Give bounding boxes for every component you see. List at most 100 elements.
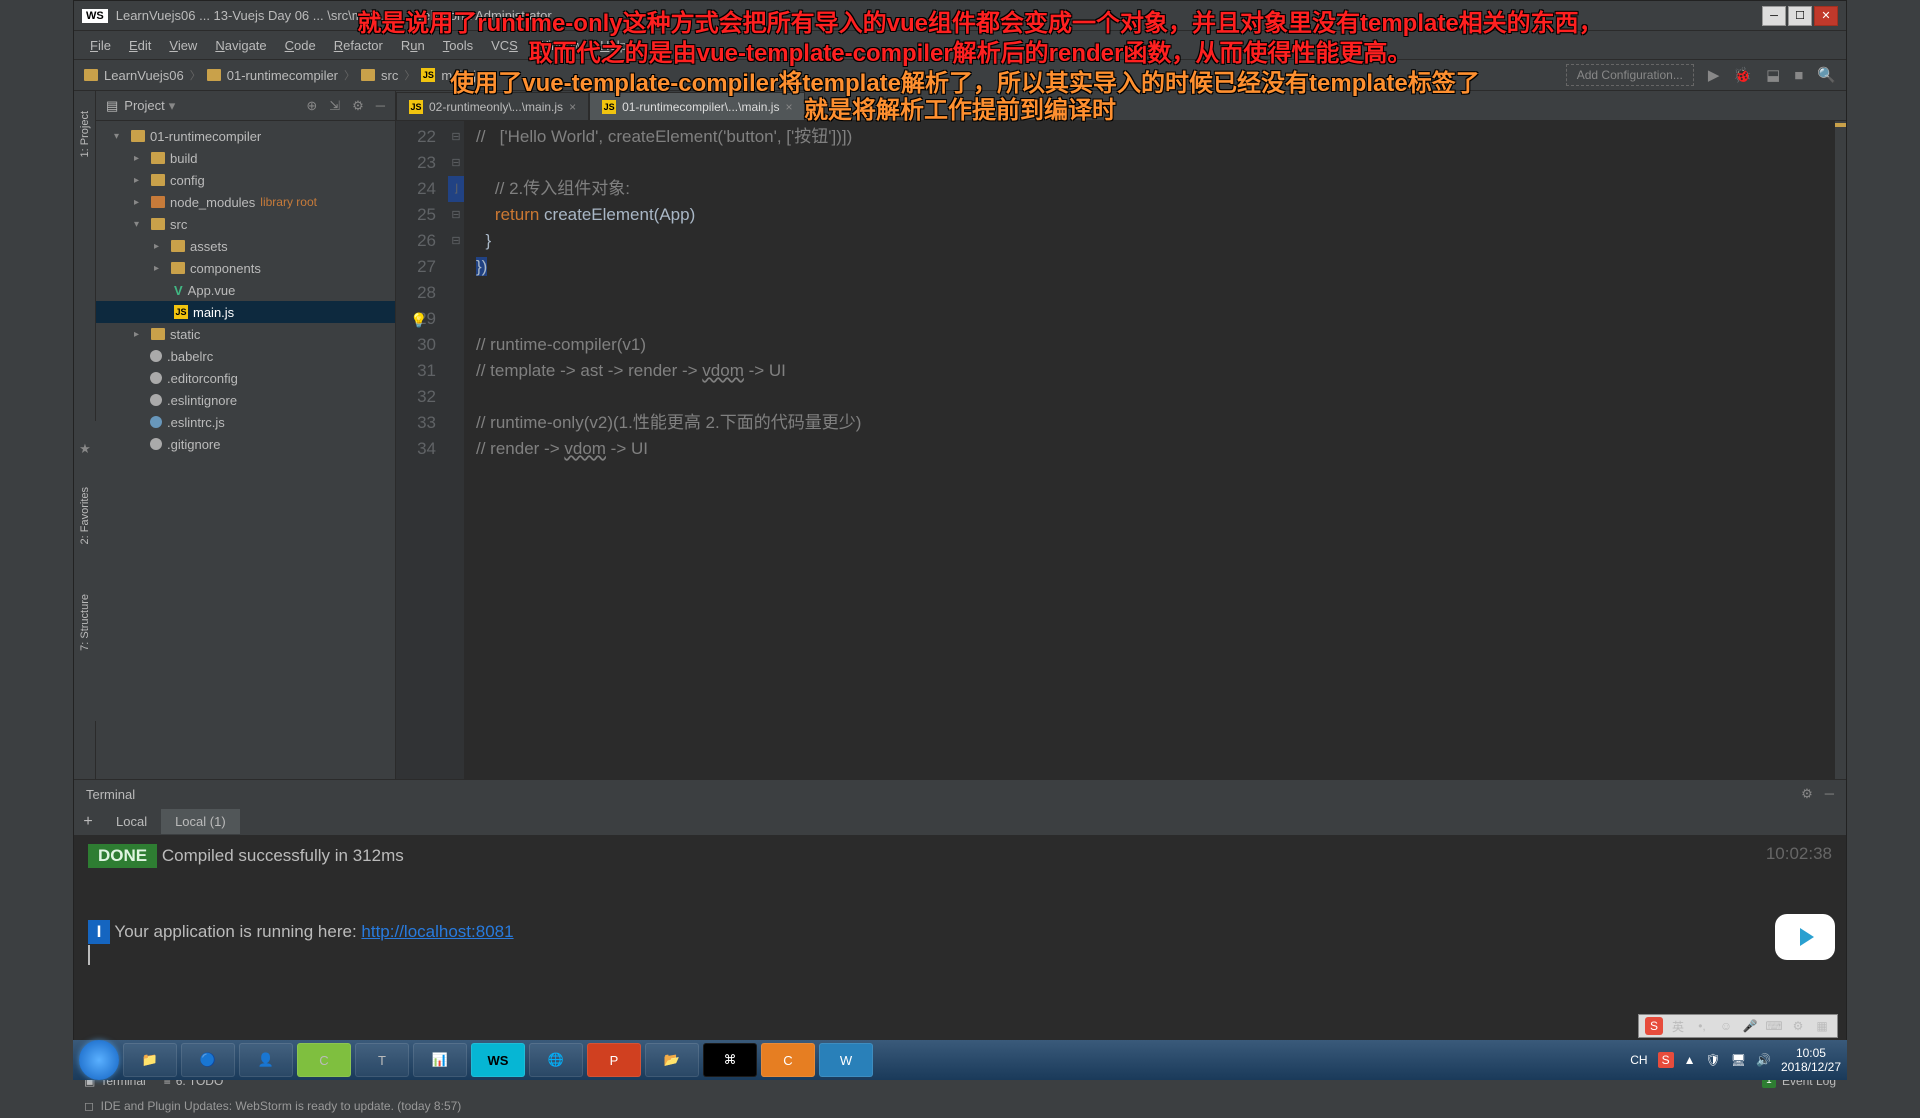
tab-runtimeonly[interactable]: JS02-runtimeonly\...\main.js× [396, 92, 589, 120]
js-icon: JS [421, 68, 435, 82]
close-button[interactable]: ✕ [1814, 6, 1838, 26]
terminal-output[interactable]: DONE Compiled successfully in 312ms 10:0… [74, 836, 1846, 1066]
run-button[interactable]: ▶ [1708, 66, 1720, 84]
ime-face-icon: ☺ [1717, 1017, 1735, 1035]
menu-tools[interactable]: Tools [435, 35, 481, 56]
sidebar-favorites[interactable]: 2: Favorites [79, 487, 91, 544]
menu-edit[interactable]: Edit [121, 35, 159, 56]
stop-button[interactable]: ■ [1794, 67, 1803, 84]
folder-icon [207, 69, 221, 81]
debug-button[interactable]: 🐞 [1733, 66, 1752, 84]
folder-icon [84, 69, 98, 81]
video-watermark-icon [1775, 914, 1835, 960]
taskbar-app[interactable]: 👤 [239, 1043, 293, 1077]
menu-code[interactable]: Code [277, 35, 324, 56]
add-configuration-button[interactable]: Add Configuration... [1566, 64, 1694, 86]
terminal-add-button[interactable]: + [74, 813, 102, 831]
ime-menu-icon: ▦ [1813, 1017, 1831, 1035]
tray-network-icon: 🖥 [1731, 1053, 1746, 1067]
sogou-tray-icon: S [1658, 1052, 1674, 1068]
terminal-timestamp: 10:02:38 [1766, 844, 1832, 864]
project-panel: ▤ Project ▾ ⊕ ⇲ ⚙ ─ ▾01-runtimecompiler … [96, 91, 396, 779]
editor-tabs: JS02-runtimeonly\...\main.js× JS01-runti… [396, 91, 1846, 121]
system-tray[interactable]: CH S ▲ 🛡 🖥 🔊 10:052018/12/27 [1630, 1046, 1841, 1074]
taskbar-app[interactable]: T [355, 1043, 409, 1077]
folder-icon [361, 69, 375, 81]
menu-vcs[interactable]: VCS [483, 35, 526, 56]
code-content[interactable]: // ['Hello World', createElement('button… [464, 121, 1834, 779]
project-title[interactable]: Project [124, 98, 164, 113]
ime-lang: 英 [1669, 1017, 1687, 1035]
ime-mic-icon: 🎤 [1741, 1017, 1759, 1035]
collapse-all-icon[interactable]: ⇲ [329, 98, 340, 114]
windows-taskbar: 📁 🔵 👤 C T 📊 WS 🌐 P 📂 ⌘ C W CH S ▲ 🛡 🖥 🔊 … [73, 1040, 1847, 1080]
window-title: LearnVuejs06 ... 13-Vuejs Day 06 ... \sr… [116, 8, 1762, 23]
coverage-button[interactable]: ⬓ [1766, 66, 1780, 84]
project-tree[interactable]: ▾01-runtimecompiler ▸build ▸config ▸node… [96, 121, 395, 779]
menu-view[interactable]: View [161, 35, 205, 56]
menu-file[interactable]: File [82, 35, 119, 56]
intention-bulb-icon[interactable]: 💡 [410, 307, 427, 333]
titlebar: WS LearnVuejs06 ... 13-Vuejs Day 06 ... … [74, 1, 1846, 31]
hide-panel-icon[interactable]: ─ [376, 98, 385, 114]
menu-run[interactable]: Run [393, 35, 433, 56]
ime-toolbar[interactable]: S 英 •, ☺ 🎤 ⌨ ⚙ ▦ [1638, 1014, 1838, 1038]
error-stripe[interactable] [1834, 121, 1846, 779]
taskbar-powerpoint[interactable]: P [587, 1043, 641, 1077]
terminal-tab-local[interactable]: Local [102, 809, 161, 834]
taskbar-webstorm[interactable]: WS [471, 1043, 525, 1077]
tray-volume-icon: 🔊 [1756, 1053, 1771, 1067]
breadcrumb[interactable]: LearnVuejs06〉 01-runtimecompiler〉 src〉 J… [84, 67, 483, 83]
taskbar-app[interactable]: 🔵 [181, 1043, 235, 1077]
fold-gutter[interactable]: ⊟⊟⌋ ⊟⊟ [448, 121, 464, 779]
taskbar-wps[interactable]: W [819, 1043, 873, 1077]
project-view-icon[interactable]: ▤ [106, 98, 118, 114]
ime-punct: •, [1693, 1017, 1711, 1035]
taskbar-cmd[interactable]: ⌘ [703, 1043, 757, 1077]
ime-settings-icon: ⚙ [1789, 1017, 1807, 1035]
status-bar: ◻ IDE and Plugin Updates: WebStorm is re… [74, 1094, 1846, 1118]
terminal-settings-icon[interactable]: ⚙ [1801, 786, 1813, 802]
taskbar-app[interactable]: 📁 [123, 1043, 177, 1077]
code-editor[interactable]: 222324 252627 282930 313233 34 ⊟⊟⌋ ⊟⊟ //… [396, 121, 1846, 779]
scroll-from-source-icon[interactable]: ⊕ [306, 98, 317, 114]
terminal-cursor [88, 945, 90, 965]
menubar: File Edit View Navigate Code Refactor Ru… [74, 31, 1846, 59]
sidebar-structure[interactable]: 7: Structure [79, 594, 91, 651]
navbar: LearnVuejs06〉 01-runtimecompiler〉 src〉 J… [74, 59, 1846, 91]
tree-item-mainjs: JSmain.js [96, 301, 395, 323]
tray-clock[interactable]: 10:052018/12/27 [1781, 1046, 1841, 1074]
maximize-button[interactable]: ☐ [1788, 6, 1812, 26]
line-gutter: 222324 252627 282930 313233 34 [396, 121, 448, 779]
terminal-title: Terminal [86, 787, 135, 802]
vue-icon: V [174, 283, 183, 298]
tray-up-icon: ▲ [1684, 1053, 1696, 1067]
webstorm-badge: WS [82, 9, 108, 23]
menu-help[interactable]: Help [592, 35, 635, 56]
sidebar-project[interactable]: 1: Project [79, 111, 91, 157]
search-button[interactable]: 🔍 [1817, 66, 1836, 84]
menu-window[interactable]: Window [528, 35, 590, 56]
settings-icon[interactable]: ⚙ [352, 98, 364, 114]
menu-navigate[interactable]: Navigate [207, 35, 274, 56]
taskbar-app[interactable]: 📊 [413, 1043, 467, 1077]
terminal-tab-local1[interactable]: Local (1) [161, 809, 240, 834]
taskbar-chrome[interactable]: 🌐 [529, 1043, 583, 1077]
taskbar-explorer[interactable]: 📂 [645, 1043, 699, 1077]
tray-shield-icon: 🛡 [1706, 1053, 1721, 1067]
start-button[interactable] [79, 1040, 119, 1080]
editor-area: JS02-runtimeonly\...\main.js× JS01-runti… [396, 91, 1846, 779]
taskbar-app[interactable]: C [761, 1043, 815, 1077]
terminal-panel: Terminal ⚙ ─ + Local Local (1) × DONE Co… [74, 779, 1846, 1066]
minimize-button[interactable]: ─ [1762, 6, 1786, 26]
status-square-icon[interactable]: ◻ [84, 1099, 94, 1113]
status-message: IDE and Plugin Updates: WebStorm is read… [101, 1099, 462, 1113]
done-badge: DONE [88, 844, 157, 868]
taskbar-app[interactable]: C [297, 1043, 351, 1077]
localhost-link[interactable]: http://localhost:8081 [361, 922, 513, 941]
menu-refactor[interactable]: Refactor [326, 35, 391, 56]
tab-runtimecompiler[interactable]: JS01-runtimecompiler\...\main.js× [589, 92, 805, 120]
favorite-star-icon[interactable]: ★ [79, 441, 91, 457]
terminal-hide-icon[interactable]: ─ [1825, 786, 1834, 802]
ime-keyboard-icon: ⌨ [1765, 1017, 1783, 1035]
